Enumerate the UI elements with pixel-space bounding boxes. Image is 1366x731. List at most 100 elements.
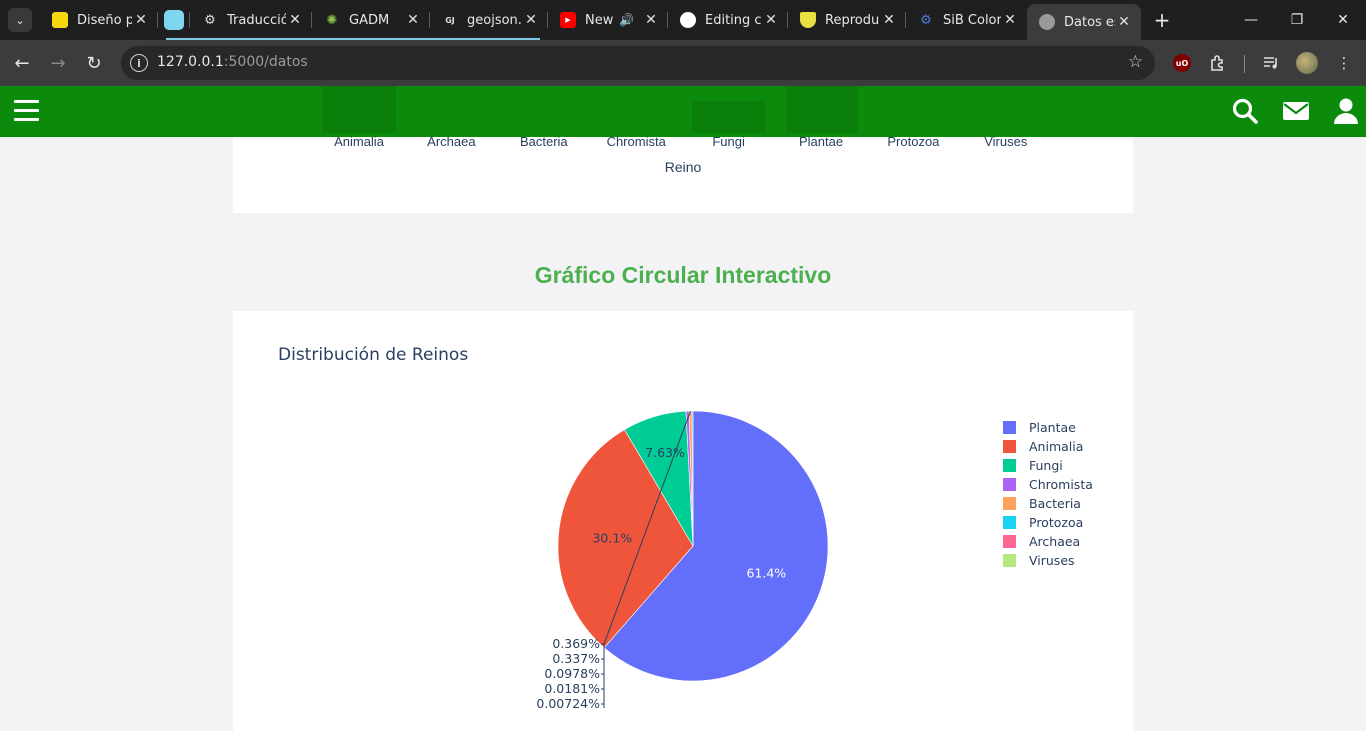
tab-close-icon[interactable]: ✕	[1001, 11, 1019, 29]
bookmark-star-icon[interactable]: ☆	[1128, 52, 1143, 72]
bar-xtick-label: Bacteria	[520, 134, 568, 149]
section-title: Gráfico Circular Interactivo	[0, 262, 1366, 289]
pie-data-label: 0.0978%	[544, 666, 600, 681]
new-tab-button[interactable]: +	[1150, 8, 1174, 32]
bar-xtick-label: Plantae	[799, 134, 843, 149]
tab-search-icon[interactable]: ⌄	[8, 8, 32, 32]
bar-xtick-label: Protozoa	[887, 134, 939, 149]
legend-label: Protozoa	[1029, 515, 1083, 530]
tab-close-icon[interactable]: ✕	[132, 11, 150, 29]
hamburger-menu-icon[interactable]	[14, 100, 39, 122]
forward-button[interactable]: →	[44, 49, 72, 77]
bar-xtick-label: Animalia	[334, 134, 384, 149]
mail-icon[interactable]	[1282, 97, 1310, 125]
tab-strip: ⌄ Diseño p✕⚙Traducció✕✺GADM✕GJgeojson.i✕…	[0, 0, 1366, 40]
reload-button[interactable]: ↻	[80, 49, 108, 77]
tab-close-icon[interactable]: ✕	[404, 11, 422, 29]
pie-data-label: 30.1%	[592, 530, 632, 545]
legend-swatch	[1003, 459, 1016, 472]
legend-item[interactable]: Plantae	[1003, 418, 1093, 437]
legend-item[interactable]: Viruses	[1003, 551, 1093, 570]
tab-title: Editing c	[705, 13, 762, 28]
ublock-extension-icon[interactable]: uO	[1173, 54, 1191, 72]
legend-label: Fungi	[1029, 458, 1063, 473]
restore-button[interactable]: ❐	[1274, 0, 1320, 40]
legend-swatch	[1003, 478, 1016, 491]
browser-tab[interactable]: ✺GADM✕	[312, 0, 430, 40]
legend-item[interactable]: Fungi	[1003, 456, 1093, 475]
tab-close-icon[interactable]: ✕	[286, 11, 304, 29]
pie-data-label: 61.4%	[746, 566, 786, 581]
media-controls-icon[interactable]	[1260, 52, 1282, 74]
tab-favicon-icon	[52, 12, 68, 28]
extensions-puzzle-icon[interactable]	[1207, 52, 1229, 74]
legend-swatch	[1003, 421, 1016, 434]
tab-favicon-icon	[800, 12, 816, 28]
browser-tab[interactable]	[158, 0, 190, 40]
browser-tab[interactable]: ▶ New🔊 ✕	[548, 0, 668, 40]
tab-title: Datos esp	[1064, 15, 1115, 30]
bar-animalia	[322, 86, 396, 133]
bar-xtick-label: Chromista	[607, 134, 666, 149]
profile-avatar[interactable]	[1296, 52, 1318, 74]
legend-item[interactable]: Protozoa	[1003, 513, 1093, 532]
site-info-icon[interactable]: i	[130, 54, 148, 72]
tab-title: Traducció	[227, 13, 286, 28]
address-bar[interactable]: i 127.0.0.1:5000/datos ☆	[121, 46, 1155, 80]
minimize-button[interactable]: —	[1228, 0, 1274, 40]
back-button[interactable]: ←	[8, 49, 36, 77]
tab-close-icon[interactable]: ✕	[762, 11, 780, 29]
close-window-button[interactable]: ✕	[1320, 0, 1366, 40]
site-navbar	[0, 86, 1366, 137]
url-text[interactable]: 127.0.0.1:5000/datos	[157, 54, 308, 70]
tab-favicon-icon	[1039, 14, 1055, 30]
legend-label: Animalia	[1029, 439, 1083, 454]
tab-favicon-icon: ⚙	[918, 12, 934, 28]
pie-chart-title: Distribución de Reinos	[278, 345, 468, 365]
legend-label: Archaea	[1029, 534, 1080, 549]
browser-tab[interactable]: ⚙ SiB Color✕	[906, 0, 1027, 40]
bar-fungi	[692, 101, 766, 133]
browser-tab[interactable]: Editing c✕	[668, 0, 788, 40]
tab-audio-icon[interactable]: 🔊	[619, 13, 634, 27]
browser-tab[interactable]: Diseño p✕	[40, 0, 158, 40]
bar-plantae	[786, 86, 858, 133]
legend-swatch	[1003, 516, 1016, 529]
tab-favicon-icon: ⚙	[202, 12, 218, 28]
bar-xtick-label: Archaea	[427, 134, 475, 149]
tab-title: SiB Color	[943, 13, 1001, 28]
legend-label: Bacteria	[1029, 496, 1081, 511]
legend-item[interactable]: Animalia	[1003, 437, 1093, 456]
browser-menu-icon[interactable]: ⋮	[1333, 52, 1355, 74]
legend-label: Plantae	[1029, 420, 1076, 435]
browser-tab[interactable]: GJgeojson.i✕	[430, 0, 548, 40]
pie-chart[interactable]: 61.4%30.1%7.63%0.369%0.337%0.0978%0.0181…	[500, 395, 920, 720]
pie-legend: Plantae Animalia Fungi Chromista Bacteria Pro…	[1003, 418, 1093, 570]
toolbar-divider	[1244, 55, 1245, 73]
bar-chart-xlabel: Reino	[665, 159, 702, 175]
browser-tab[interactable]: ⚙ Traducció✕	[190, 0, 312, 40]
bar-xtick-label: Viruses	[984, 134, 1027, 149]
browser-toolbar: ← → ↻ i 127.0.0.1:5000/datos ☆ uO ⋮	[0, 40, 1366, 86]
pie-data-label: 0.369%	[552, 636, 600, 651]
tab-title: geojson.i	[467, 13, 522, 28]
legend-label: Viruses	[1029, 553, 1075, 568]
browser-tab[interactable]: Datos esp✕	[1027, 4, 1141, 40]
legend-swatch	[1003, 535, 1016, 548]
legend-label: Chromista	[1029, 477, 1093, 492]
pie-data-label: 7.63%	[645, 445, 685, 460]
tab-title: New	[585, 13, 619, 28]
tab-favicon-icon: ▶	[560, 12, 576, 28]
legend-item[interactable]: Chromista	[1003, 475, 1093, 494]
browser-tab[interactable]: Reproduc✕	[788, 0, 906, 40]
tab-close-icon[interactable]: ✕	[642, 11, 660, 29]
tab-close-icon[interactable]: ✕	[522, 11, 540, 29]
user-icon[interactable]	[1332, 97, 1360, 125]
tab-favicon-icon	[164, 10, 184, 30]
tab-close-icon[interactable]: ✕	[880, 11, 898, 29]
tab-close-icon[interactable]: ✕	[1115, 13, 1133, 31]
legend-item[interactable]: Archaea	[1003, 532, 1093, 551]
legend-item[interactable]: Bacteria	[1003, 494, 1093, 513]
search-icon[interactable]	[1231, 97, 1259, 125]
tab-favicon-icon: ✺	[324, 12, 340, 28]
